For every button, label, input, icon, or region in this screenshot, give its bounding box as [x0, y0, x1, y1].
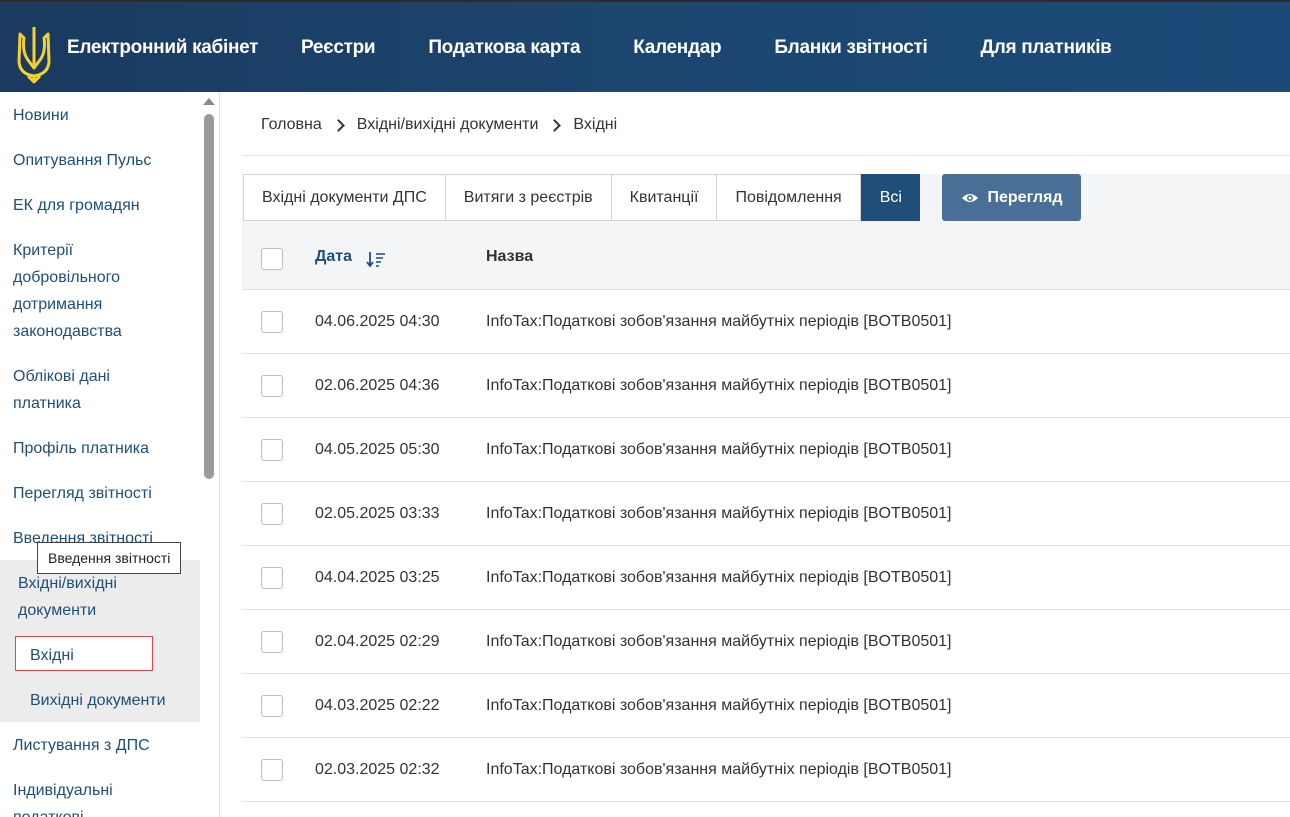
sidebar-item-incoming[interactable]: Вхідні — [30, 642, 74, 669]
nav-item-for-payers[interactable]: Для платників — [980, 37, 1111, 59]
table-row[interactable]: 04.03.2025 02:22 InfoTax:Податкові зобов… — [242, 674, 1290, 738]
row-checkbox[interactable] — [261, 439, 283, 461]
row-checkbox[interactable] — [261, 759, 283, 781]
view-button[interactable]: Перегляд — [942, 174, 1081, 221]
chevron-right-icon — [548, 118, 562, 132]
tooltip: Введення звітності — [37, 542, 182, 574]
row-checkbox[interactable] — [261, 631, 283, 653]
sidebar-item-view-reports[interactable]: Перегляд звітності — [13, 480, 193, 507]
row-date: 04.06.2025 04:30 — [315, 313, 440, 330]
select-all-checkbox[interactable] — [261, 248, 283, 270]
table-row[interactable]: 02.04.2025 02:29 InfoTax:Податкові зобов… — [242, 610, 1290, 674]
sidebar-item-outgoing-documents[interactable]: Вихідні документи — [30, 687, 166, 714]
column-header-name: Назва — [486, 248, 534, 265]
sidebar-item-correspondence[interactable]: Листування з ДПС — [13, 732, 193, 759]
chevron-right-icon — [331, 118, 345, 132]
sidebar-item-pulse-survey[interactable]: Опитування Пульс — [13, 147, 193, 174]
table-row[interactable]: 04.04.2025 03:25 InfoTax:Податкові зобов… — [242, 546, 1290, 610]
sidebar-item-individual-tax[interactable]: Індивідуальні податкові — [13, 777, 143, 817]
nav-item-calendar[interactable]: Календар — [633, 37, 721, 59]
breadcrumb-home[interactable]: Головна — [261, 116, 322, 134]
row-name[interactable]: InfoTax:Податкові зобов'язання майбутніх… — [486, 354, 951, 418]
tab-notifications[interactable]: Повідомлення — [716, 174, 861, 221]
row-date: 02.04.2025 02:29 — [315, 633, 440, 650]
trident-logo-icon[interactable] — [14, 24, 54, 84]
row-name[interactable]: InfoTax:Податкові зобов'язання майбутніх… — [486, 546, 951, 610]
nav-item-registries[interactable]: Реєстри — [301, 37, 376, 59]
row-name[interactable]: InfoTax:Податкові зобов'язання майбутніх… — [486, 418, 951, 482]
sort-descending-icon[interactable] — [366, 250, 386, 268]
table-row[interactable]: 02.03.2025 02:32 InfoTax:Податкові зобов… — [242, 738, 1290, 802]
scrollbar-thumb[interactable] — [204, 114, 214, 479]
sidebar-item-payer-profile[interactable]: Профіль платника — [13, 435, 193, 462]
tab-dps-incoming[interactable]: Вхідні документи ДПС — [243, 174, 445, 221]
row-checkbox[interactable] — [261, 567, 283, 589]
sidebar-item-in-out-documents[interactable]: Вхідні/вихідні документи — [18, 570, 158, 624]
row-date: 02.06.2025 04:36 — [315, 377, 440, 394]
divider — [242, 155, 1290, 156]
column-header-date[interactable]: Дата — [315, 248, 352, 266]
row-date: 02.05.2025 03:33 — [315, 505, 440, 522]
table-row[interactable]: 02.06.2025 04:36 InfoTax:Податкові зобов… — [242, 354, 1290, 418]
row-checkbox[interactable] — [261, 311, 283, 333]
view-button-label: Перегляд — [987, 188, 1063, 206]
tab-registry-extracts[interactable]: Витяги з реєстрів — [444, 174, 611, 221]
row-checkbox[interactable] — [261, 503, 283, 525]
table-row[interactable]: 04.06.2025 04:30 InfoTax:Податкові зобов… — [242, 290, 1290, 354]
breadcrumb: Головна Вхідні/вихідні документи Вхідні — [261, 112, 617, 138]
brand-title[interactable]: Електронний кабінет — [67, 2, 258, 94]
sidebar-item-payer-data[interactable]: Облікові дані платника — [13, 363, 143, 417]
row-name[interactable]: InfoTax:Податкові зобов'язання майбутніх… — [486, 290, 951, 354]
row-checkbox[interactable] — [261, 695, 283, 717]
eye-icon — [961, 193, 978, 202]
breadcrumb-current: Вхідні — [573, 116, 618, 133]
row-name[interactable]: InfoTax:Податкові зобов'язання майбутніх… — [486, 610, 951, 674]
row-date: 04.03.2025 02:22 — [315, 697, 440, 714]
top-header: Електронний кабінет Реєстри Податкова ка… — [0, 0, 1290, 92]
row-name[interactable]: InfoTax:Податкові зобов'язання майбутніх… — [486, 738, 951, 802]
sidebar-item-compliance-criteria[interactable]: Критерії добровільного дотримання законо… — [13, 237, 143, 345]
row-name[interactable]: InfoTax:Податкові зобов'язання майбутніх… — [486, 674, 951, 738]
sidebar-item-news[interactable]: Новини — [13, 102, 193, 129]
tab-receipts[interactable]: Квитанції — [610, 174, 717, 221]
breadcrumb-documents[interactable]: Вхідні/вихідні документи — [357, 116, 539, 134]
table-header — [242, 222, 1290, 290]
row-date: 02.03.2025 02:32 — [315, 761, 440, 778]
tab-all[interactable]: Всі — [860, 174, 920, 221]
table-row[interactable]: 04.05.2025 05:30 InfoTax:Податкові зобов… — [242, 418, 1290, 482]
filter-tabs: Вхідні документи ДПС Витяги з реєстрів К… — [243, 174, 920, 221]
scroll-up-arrow-icon[interactable] — [203, 98, 215, 105]
sidebar-item-ek-citizens[interactable]: ЕК для громадян — [13, 192, 193, 219]
nav-item-tax-map[interactable]: Податкова карта — [428, 37, 580, 59]
row-date: 04.05.2025 05:30 — [315, 441, 440, 458]
table-row[interactable]: 02.05.2025 03:33 InfoTax:Податкові зобов… — [242, 482, 1290, 546]
row-checkbox[interactable] — [261, 375, 283, 397]
row-name[interactable]: InfoTax:Податкові зобов'язання майбутніх… — [486, 482, 951, 546]
row-date: 04.04.2025 03:25 — [315, 569, 440, 586]
sidebar: Новини Опитування Пульс ЕК для громадян … — [0, 92, 220, 817]
nav-item-report-forms[interactable]: Бланки звітності — [774, 37, 927, 59]
main-nav: Реєстри Податкова карта Календар Бланки … — [301, 2, 1165, 94]
